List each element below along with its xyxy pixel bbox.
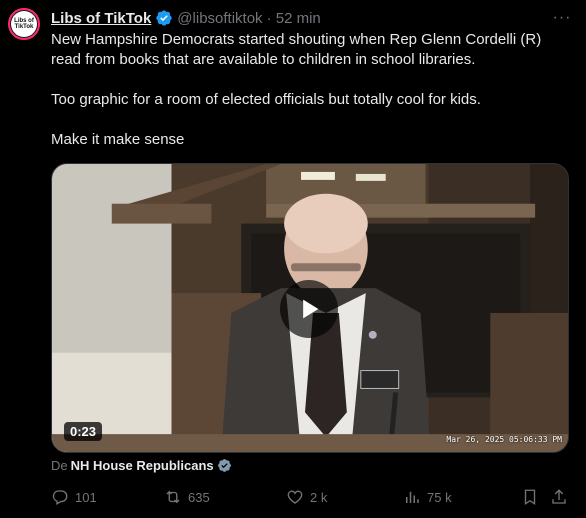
repost-button[interactable]: 635 bbox=[164, 486, 210, 508]
like-button[interactable]: 2 k bbox=[286, 486, 327, 508]
repost-count: 635 bbox=[188, 489, 210, 505]
avatar-logo: Libs of TikTok bbox=[11, 11, 37, 37]
post-time[interactable]: · 52 min bbox=[267, 10, 321, 27]
attribution-source[interactable]: NH House Republicans bbox=[71, 458, 214, 473]
more-dots-icon[interactable]: ··· bbox=[552, 8, 572, 28]
share-icon bbox=[552, 489, 566, 504]
verified-badge-icon bbox=[155, 9, 173, 27]
reply-icon bbox=[52, 490, 68, 505]
verified-badge-icon bbox=[217, 458, 232, 473]
views-count: 75 k bbox=[427, 489, 452, 505]
reply-button[interactable]: 101 bbox=[51, 486, 97, 508]
share-button[interactable] bbox=[550, 486, 568, 508]
heart-icon bbox=[287, 490, 303, 504]
avatar[interactable]: Libs of TikTok bbox=[8, 8, 40, 40]
video-duration: 0:23 bbox=[64, 422, 103, 441]
views-button[interactable]: 75 k bbox=[403, 486, 452, 508]
video-attribution: De NH House Republicans bbox=[51, 458, 232, 473]
post-text: New Hampshire Democrats started shouting… bbox=[51, 31, 542, 148]
action-bar: 101 635 2 k 75 k bbox=[51, 486, 571, 508]
video-timestamp: Mar 26, 2025 05:06:33 PM bbox=[446, 435, 562, 444]
bookmark-icon bbox=[524, 489, 536, 506]
bookmark-button[interactable] bbox=[521, 486, 539, 508]
attribution-prefix: De bbox=[51, 458, 68, 473]
repost-icon bbox=[166, 490, 180, 504]
author-name[interactable]: Libs of TikTok bbox=[51, 10, 151, 27]
reply-count: 101 bbox=[75, 489, 97, 505]
play-button[interactable] bbox=[280, 280, 338, 338]
video-player[interactable]: 0:23 Mar 26, 2025 05:06:33 PM bbox=[51, 163, 569, 453]
post-header: Libs of TikTok @libsoftiktok · 52 min ··… bbox=[51, 8, 572, 28]
avatar-column: Libs of TikTok bbox=[8, 8, 42, 40]
like-count: 2 k bbox=[310, 489, 328, 505]
author-handle[interactable]: @libsoftiktok bbox=[177, 10, 262, 27]
play-icon bbox=[303, 299, 319, 319]
views-icon bbox=[406, 491, 419, 503]
